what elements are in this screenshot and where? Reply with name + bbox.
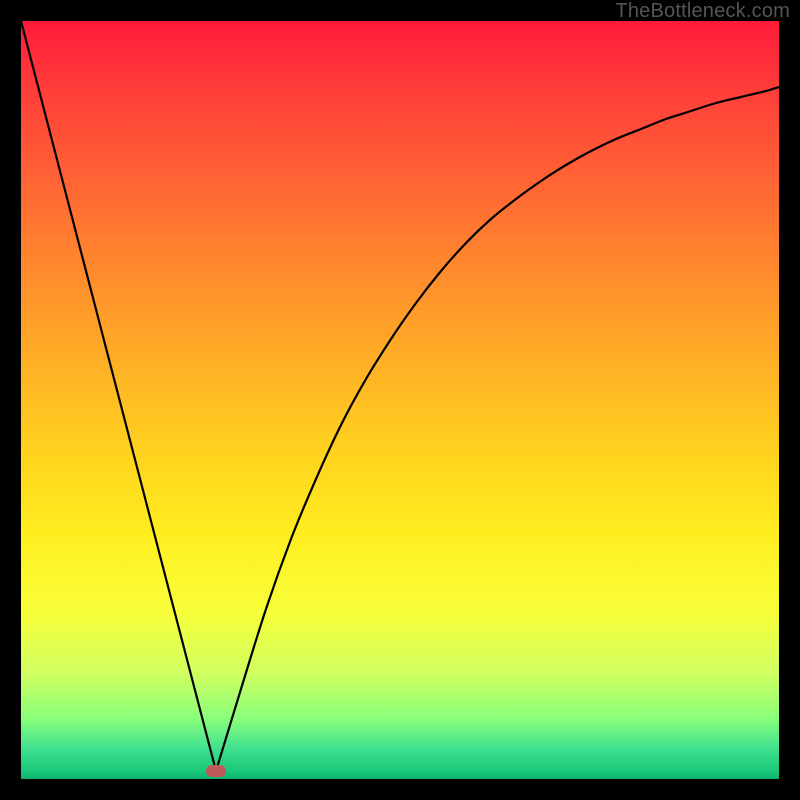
vertex-marker [206,765,226,777]
chart-gradient-background [21,21,779,779]
curve-left-branch [21,21,216,771]
chart-svg [21,21,779,779]
watermark-text: TheBottleneck.com [615,0,790,23]
curve-right-branch [216,87,779,771]
